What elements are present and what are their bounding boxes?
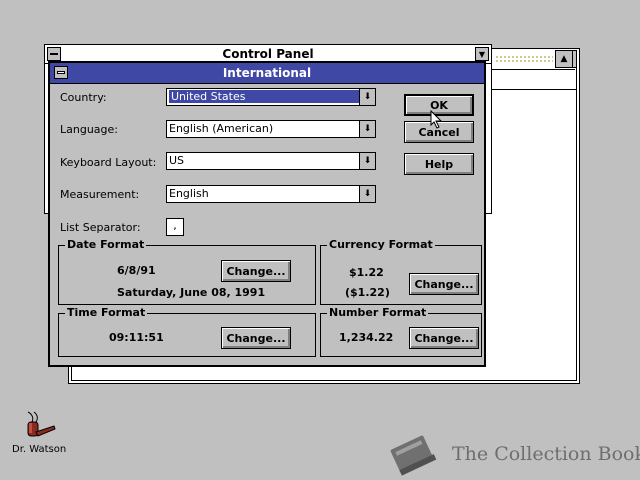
list-separator-input[interactable]: , <box>166 218 184 236</box>
number-format-group: Number Format 1,234.22 Change... <box>320 306 482 357</box>
maximize-button[interactable]: ▲ <box>555 50 573 68</box>
keyboard-layout-value: US <box>169 154 185 167</box>
dr-watson-pipe-icon[interactable] <box>22 410 58 442</box>
measurement-select[interactable]: English ⬇ <box>166 185 376 203</box>
language-label: Language: <box>60 123 118 136</box>
international-dialog: International Country: United States ⬇ L… <box>48 61 486 367</box>
dialog-title-bar[interactable]: International <box>50 63 484 84</box>
dropdown-arrow-icon[interactable]: ⬇ <box>359 89 375 105</box>
time-value: 09:11:51 <box>109 331 164 344</box>
time-format-group: Time Format 09:11:51 Change... <box>58 306 316 357</box>
country-value: United States <box>168 89 360 104</box>
dialog-title: International <box>222 66 312 80</box>
dotted-pattern <box>495 55 553 63</box>
date-format-label: Date Format <box>65 238 147 251</box>
dropdown-arrow-icon[interactable]: ⬇ <box>359 186 375 202</box>
time-change-button[interactable]: Change... <box>221 327 291 349</box>
mouse-pointer-icon <box>430 110 443 129</box>
help-button[interactable]: Help <box>404 153 474 175</box>
time-format-label: Time Format <box>65 306 148 319</box>
system-menu-icon[interactable] <box>54 66 68 79</box>
country-label: Country: <box>60 91 107 104</box>
language-select[interactable]: English (American) ⬇ <box>166 120 376 138</box>
country-select[interactable]: United States ⬇ <box>166 88 376 106</box>
date-format-group: Date Format 6/8/91 Saturday, June 08, 19… <box>58 238 316 305</box>
minimize-icon[interactable]: ▼ <box>475 47 489 61</box>
measurement-value: English <box>169 187 209 200</box>
dropdown-arrow-icon[interactable]: ⬇ <box>359 153 375 169</box>
date-short-value: 6/8/91 <box>117 264 156 277</box>
currency-format-group: Currency Format $1.22 ($1.22) Change... <box>320 238 482 305</box>
watermark-text: The Collection Book <box>452 443 640 465</box>
keyboard-layout-select[interactable]: US ⬇ <box>166 152 376 170</box>
currency-negative-value: ($1.22) <box>345 286 390 299</box>
dr-watson-label[interactable]: Dr. Watson <box>12 444 66 455</box>
number-change-button[interactable]: Change... <box>409 327 479 349</box>
control-panel-title: Control Panel <box>222 47 314 61</box>
number-value: 1,234.22 <box>339 331 394 344</box>
date-change-button[interactable]: Change... <box>221 260 291 282</box>
currency-positive-value: $1.22 <box>349 266 384 279</box>
measurement-label: Measurement: <box>60 188 140 201</box>
currency-change-button[interactable]: Change... <box>409 273 479 295</box>
list-separator-label: List Separator: <box>60 221 141 234</box>
book-icon <box>390 435 437 476</box>
dropdown-arrow-icon[interactable]: ⬇ <box>359 121 375 137</box>
date-long-value: Saturday, June 08, 1991 <box>117 286 266 299</box>
keyboard-layout-label: Keyboard Layout: <box>60 156 157 169</box>
currency-format-label: Currency Format <box>327 238 435 251</box>
system-menu-icon[interactable] <box>47 47 61 61</box>
language-value: English (American) <box>169 122 274 135</box>
number-format-label: Number Format <box>327 306 429 319</box>
